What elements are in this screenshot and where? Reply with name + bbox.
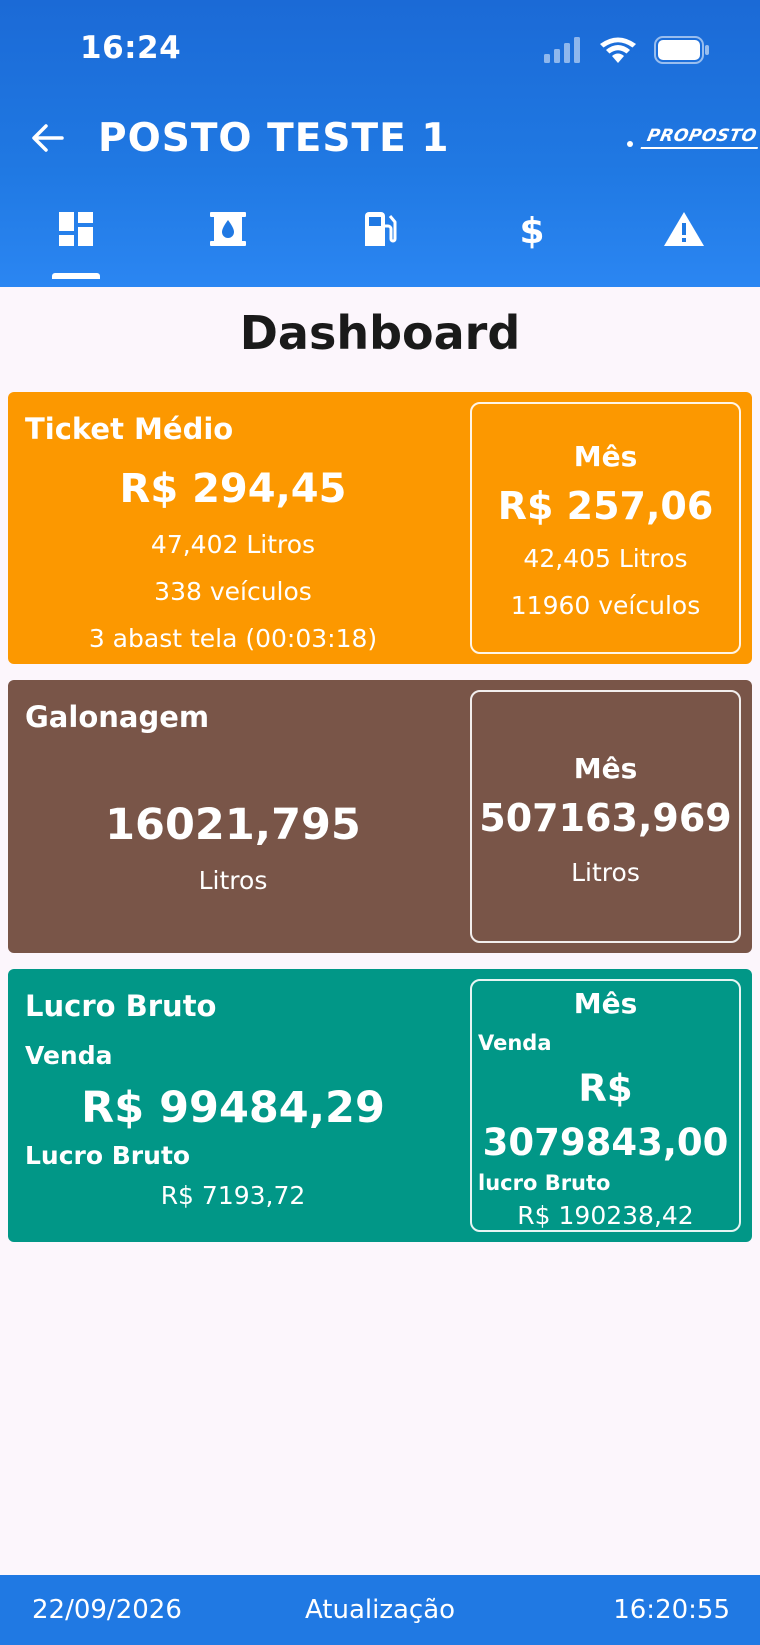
station-title: POSTO TESTE 1 bbox=[98, 116, 450, 161]
ticket-litros: 47,402 Litros bbox=[150, 530, 316, 559]
month-unit: Litros bbox=[571, 858, 640, 887]
tab-dashboard[interactable] bbox=[0, 200, 152, 287]
galonagem-unit: Litros bbox=[198, 866, 268, 895]
month-veiculos: 11960 veículos bbox=[510, 591, 701, 620]
tab-finance[interactable]: $ bbox=[456, 200, 608, 287]
dashboard-icon bbox=[59, 212, 93, 246]
app-header: 16:24 POSTO TESTE 1 PROPOSTO $ bbox=[0, 0, 760, 287]
page-title: Dashboard bbox=[239, 306, 521, 360]
month-venda-label: Venda bbox=[478, 1031, 552, 1055]
lucro-label: Lucro Bruto bbox=[25, 1141, 191, 1170]
ticket-month-box: Mês R$ 257,06 42,405 Litros 11960 veícul… bbox=[470, 402, 741, 654]
venda-value: R$ 99484,29 bbox=[81, 1083, 385, 1133]
ticket-medio-card[interactable]: Ticket Médio R$ 294,45 47,402 Litros 338… bbox=[8, 392, 752, 664]
galonagem-value: 16021,795 bbox=[105, 800, 361, 850]
month-lucro-label: lucro Bruto bbox=[478, 1171, 611, 1195]
lucro-bruto-card[interactable]: Lucro Bruto Venda R$ 99484,29 Lucro Brut… bbox=[8, 969, 752, 1242]
fuel-pump-icon bbox=[365, 212, 397, 246]
status-time: 16:24 bbox=[80, 30, 182, 66]
venda-label: Venda bbox=[25, 1041, 113, 1070]
wifi-icon bbox=[600, 37, 636, 63]
oil-barrel-icon bbox=[210, 212, 246, 246]
tab-alerts[interactable] bbox=[608, 200, 760, 287]
back-button[interactable] bbox=[26, 116, 70, 160]
lucro-value: R$ 7193,72 bbox=[160, 1181, 306, 1210]
month-venda-value: 3079843,00 bbox=[482, 1121, 729, 1164]
month-value: 507163,969 bbox=[479, 796, 732, 840]
galonagem-month-box: Mês 507163,969 Litros bbox=[470, 690, 741, 943]
svg-text:$: $ bbox=[519, 211, 544, 250]
month-value: R$ 257,06 bbox=[497, 484, 714, 528]
status-icons bbox=[544, 36, 710, 64]
card-title: Ticket Médio bbox=[25, 412, 234, 446]
tab-selected-indicator bbox=[52, 273, 100, 279]
tab-fuel[interactable] bbox=[304, 200, 456, 287]
lucro-month-box: Mês Venda R$ 3079843,00 lucro Bruto R$ 1… bbox=[470, 979, 741, 1232]
card-title: Lucro Bruto bbox=[25, 989, 217, 1023]
battery-icon bbox=[654, 36, 709, 64]
arrow-back-icon bbox=[32, 124, 64, 152]
ticket-veiculos: 338 veículos bbox=[154, 577, 312, 606]
tab-tanks[interactable] bbox=[152, 200, 304, 287]
month-litros: 42,405 Litros bbox=[523, 544, 688, 573]
galonagem-card[interactable]: Galonagem 16021,795 Litros Mês 507163,96… bbox=[8, 680, 752, 953]
footer-time: 16:20:55 bbox=[613, 1595, 730, 1625]
footer-bar: 22/09/2026 Atualização 16:20:55 bbox=[0, 1575, 760, 1645]
card-title: Galonagem bbox=[25, 700, 210, 734]
dollar-icon: $ bbox=[519, 211, 544, 250]
ticket-value: R$ 294,45 bbox=[119, 466, 347, 512]
tab-bar: $ bbox=[0, 200, 760, 287]
month-venda-currency: R$ bbox=[578, 1067, 633, 1110]
month-label: Mês bbox=[573, 752, 638, 785]
ticket-abast: 3 abast tela (00:03:18) bbox=[88, 624, 378, 653]
logo-text: PROPOSTO bbox=[640, 126, 760, 149]
warning-icon bbox=[664, 212, 704, 246]
cellular-signal-icon bbox=[544, 37, 580, 63]
month-lucro-value: R$ 190238,42 bbox=[517, 1201, 694, 1230]
month-label: Mês bbox=[573, 440, 638, 473]
app-bar: POSTO TESTE 1 PROPOSTO bbox=[0, 110, 760, 172]
logo-dot bbox=[626, 140, 633, 147]
month-label: Mês bbox=[573, 987, 638, 1020]
brand-logo: PROPOSTO bbox=[626, 126, 760, 149]
